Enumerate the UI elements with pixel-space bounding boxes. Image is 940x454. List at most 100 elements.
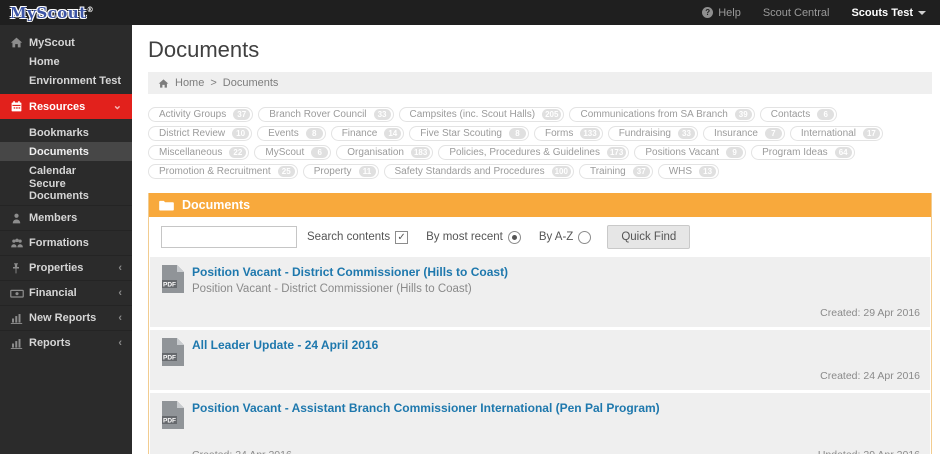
document-title-link[interactable]: Position Vacant - Assistant Branch Commi… xyxy=(192,401,920,415)
tag-label: Fundraising xyxy=(618,128,671,139)
sort-recent-radio[interactable] xyxy=(507,230,521,244)
tag-label: Communications from SA Branch xyxy=(580,109,728,120)
tag-communications-from-sa-branch[interactable]: Communications from SA Branch 39 xyxy=(569,107,755,122)
top-bar: MyScout® ? Help Scout Central Scouts Tes… xyxy=(0,0,940,25)
tag-property[interactable]: Property 11 xyxy=(302,164,379,179)
sidebar-item-new-reports[interactable]: New Reports ‹ xyxy=(0,305,132,330)
tag-five-star-scouting[interactable]: Five Star Scouting 8 xyxy=(409,126,529,141)
sidebar-label: Bookmarks xyxy=(29,126,89,139)
myscout-logo[interactable]: MyScout® xyxy=(10,4,94,22)
sidebar-item-properties[interactable]: Properties ‹ xyxy=(0,255,132,280)
tag-activity-groups[interactable]: Activity Groups 37 xyxy=(148,107,254,122)
tag-label: Insurance xyxy=(713,128,758,139)
sidebar-label: Resources xyxy=(29,100,86,113)
breadcrumb-current: Documents xyxy=(222,77,279,89)
tag-label: WHS xyxy=(668,166,693,177)
document-title-link[interactable]: All Leader Update - 24 April 2016 xyxy=(192,338,920,352)
document-meta: Created: 29 Apr 2016 xyxy=(192,307,920,319)
sidebar-label: Properties xyxy=(29,262,84,274)
tag-campsites[interactable]: Campsites (inc. Scout Halls) 205 xyxy=(398,107,565,122)
search-contents-checkbox[interactable]: ✓ xyxy=(395,230,409,244)
sidebar-item-myscout[interactable]: MyScout xyxy=(0,33,132,52)
tag-contacts[interactable]: Contacts 6 xyxy=(759,107,838,122)
sort-az-radio[interactable] xyxy=(578,230,592,244)
tag-positions-vacant[interactable]: Positions Vacant 9 xyxy=(634,145,747,160)
sidebar-item-environment-test[interactable]: Environment Test xyxy=(0,71,132,90)
sidebar-label: Financial xyxy=(29,287,77,299)
tag-program-ideas[interactable]: Program Ideas 64 xyxy=(751,145,855,160)
checkmark-icon: ✓ xyxy=(397,231,406,243)
tag-branch-rover-council[interactable]: Branch Rover Council 33 xyxy=(258,107,394,122)
sidebar-item-reports[interactable]: Reports ‹ xyxy=(0,330,132,355)
sidebar-item-bookmarks[interactable]: Bookmarks xyxy=(0,123,132,142)
help-icon: ? xyxy=(702,7,714,18)
radio-dot xyxy=(511,234,517,240)
tag-label: International xyxy=(800,128,856,139)
tag-finance[interactable]: Finance 14 xyxy=(330,126,405,141)
tag-count-badge: 33 xyxy=(677,128,695,139)
document-row: PDF Position Vacant - District Commissio… xyxy=(150,257,930,327)
document-meta: Created: 24 Apr 2016 Updated: 29 Apr 201… xyxy=(192,449,920,454)
tag-label: Activity Groups xyxy=(159,109,227,120)
tag-myscout[interactable]: MyScout 6 xyxy=(254,145,332,160)
tag-count-badge: 100 xyxy=(551,166,571,177)
search-toolbar: Search contents ✓ By most recent By A-Z … xyxy=(149,217,931,257)
breadcrumb: Home > Documents xyxy=(148,72,932,94)
home-icon xyxy=(10,36,29,49)
sidebar-item-members[interactable]: Members xyxy=(0,205,132,230)
quick-find-button[interactable]: Quick Find xyxy=(607,225,691,249)
category-tag-cloud: Activity Groups 37 Branch Rover Council 33… xyxy=(148,107,932,179)
sidebar-item-documents[interactable]: Documents xyxy=(0,142,132,161)
user-menu[interactable]: Scouts Test xyxy=(851,7,926,19)
sidebar-label: Secure Documents xyxy=(29,177,89,202)
documents-panel: Documents Search contents ✓ By most rece… xyxy=(148,193,932,454)
sidebar-item-financial[interactable]: Financial ‹ xyxy=(0,280,132,305)
sidebar-item-formations[interactable]: Formations xyxy=(0,230,132,255)
tag-forms[interactable]: Forms 133 xyxy=(534,126,603,141)
sidebar-label: Members xyxy=(29,212,78,224)
tag-insurance[interactable]: Insurance 7 xyxy=(702,126,785,141)
tag-count-badge: 7 xyxy=(764,128,782,139)
tag-safety-standards-procedures[interactable]: Safety Standards and Procedures 100 xyxy=(383,164,574,179)
sidebar: MyScout Home Environment Test Resources … xyxy=(0,25,132,454)
sort-recent-label: By most recent xyxy=(426,231,503,243)
user-name: Scouts Test xyxy=(851,6,913,19)
tag-international[interactable]: International 17 xyxy=(789,126,883,141)
tag-count-badge: 25 xyxy=(277,166,295,177)
sidebar-label: MyScout xyxy=(29,36,75,49)
pdf-icon: PDF xyxy=(160,338,184,382)
sidebar-item-secure-documents[interactable]: Secure Documents xyxy=(0,177,132,202)
tag-whs[interactable]: WHS 13 xyxy=(657,164,720,179)
calendar-icon xyxy=(10,100,29,113)
tag-policies-procedures-guidelines[interactable]: Policies, Procedures & Guidelines 173 xyxy=(438,145,630,160)
logo-trademark: ® xyxy=(86,4,95,14)
svg-text:PDF: PDF xyxy=(163,354,176,361)
sidebar-item-resources[interactable]: Resources ⌄ xyxy=(0,94,132,119)
tag-label: Branch Rover Council xyxy=(269,109,367,120)
pin-icon xyxy=(10,262,29,275)
tag-events[interactable]: Events 8 xyxy=(257,126,326,141)
created-date: Created: 24 Apr 2016 xyxy=(820,370,920,382)
tag-count-badge: 14 xyxy=(384,128,402,139)
help-link[interactable]: ? Help xyxy=(702,7,741,19)
chevron-down-icon: ⌄ xyxy=(112,100,122,112)
sidebar-item-home[interactable]: Home xyxy=(0,52,132,71)
tag-count-badge: 11 xyxy=(358,166,376,177)
tag-district-review[interactable]: District Review 10 xyxy=(148,126,253,141)
tag-miscellaneous[interactable]: Miscellaneous 22 xyxy=(148,145,250,160)
money-icon xyxy=(10,287,29,300)
tag-promotion-recruitment[interactable]: Promotion & Recruitment 25 xyxy=(148,164,298,179)
panel-title: Documents xyxy=(182,198,251,212)
tag-label: District Review xyxy=(159,128,226,139)
bar-chart-icon xyxy=(10,312,29,325)
sidebar-label: Reports xyxy=(29,337,71,349)
document-title-link[interactable]: Position Vacant - District Commissioner … xyxy=(192,265,920,279)
tag-label: Organisation xyxy=(347,147,404,158)
tag-label: Positions Vacant xyxy=(645,147,720,158)
search-input[interactable] xyxy=(161,226,297,248)
tag-training[interactable]: Training 37 xyxy=(578,164,653,179)
breadcrumb-home[interactable]: Home xyxy=(175,77,204,89)
scout-central-link[interactable]: Scout Central xyxy=(763,7,830,19)
tag-organisation[interactable]: Organisation 183 xyxy=(336,145,434,160)
tag-fundraising[interactable]: Fundraising 33 xyxy=(607,126,698,141)
